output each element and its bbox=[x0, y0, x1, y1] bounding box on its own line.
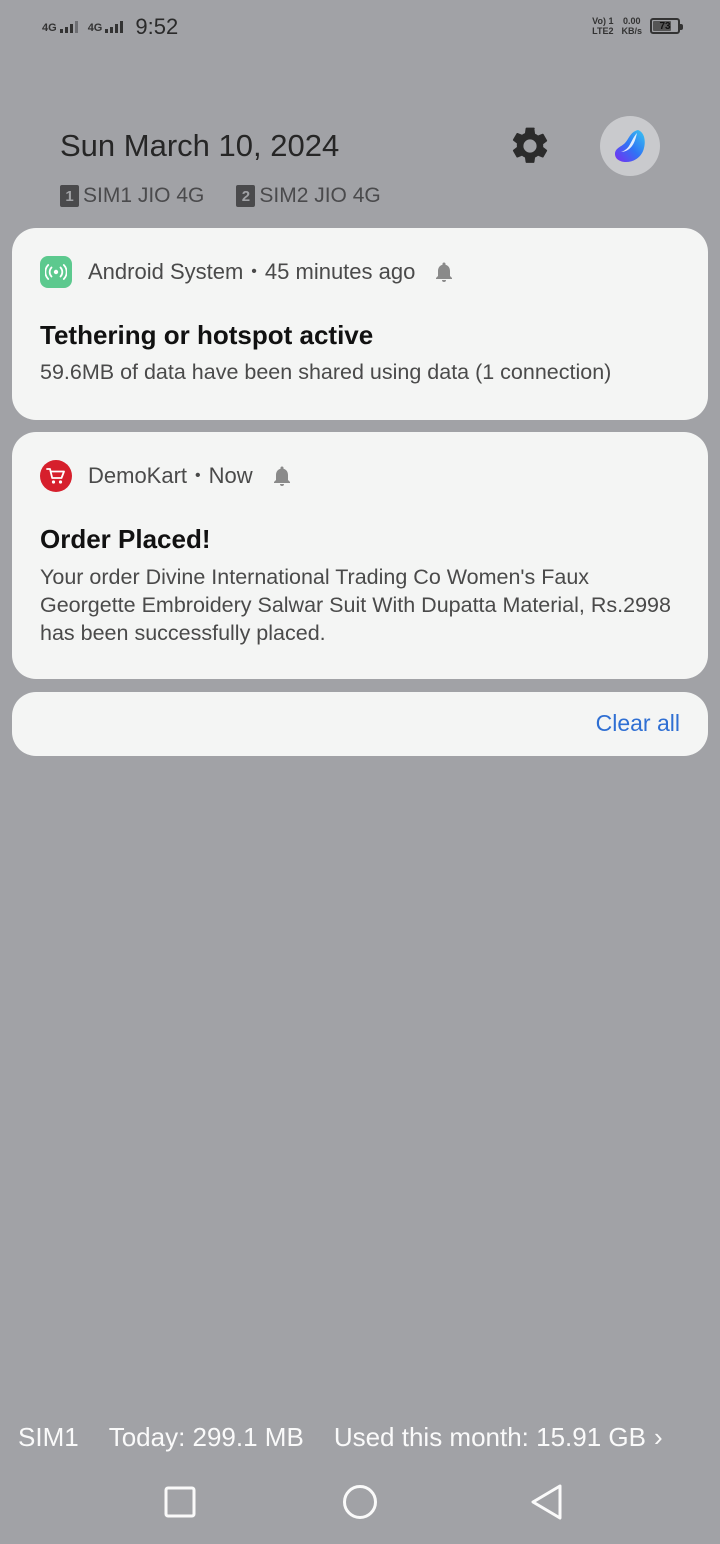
sim1-signal: 4G bbox=[42, 21, 78, 34]
separator-dot: • bbox=[195, 467, 201, 484]
volte-line2: LTE2 bbox=[592, 26, 614, 36]
back-button[interactable] bbox=[528, 1484, 566, 1525]
triangle-back-icon bbox=[531, 1484, 562, 1520]
sim2-slot-icon: 2 bbox=[236, 185, 256, 207]
notification-title: Tethering or hotspot active bbox=[40, 320, 374, 350]
battery-icon: 73 bbox=[650, 18, 683, 34]
sim2-network-type: 4G bbox=[87, 22, 103, 34]
status-bar: 4G 4G 9:52 Vo) 1 LTE2 0.00 KB/s 73 bbox=[0, 0, 720, 56]
hotspot-icon bbox=[40, 256, 72, 288]
sim-info: 1 SIM1 JIO 4G 2 SIM2 JIO 4G bbox=[60, 184, 381, 208]
square-icon bbox=[164, 1486, 196, 1518]
cart-icon bbox=[40, 460, 72, 492]
network-speed: 0.00 KB/s bbox=[621, 16, 642, 36]
data-usage-bar[interactable]: SIM1 Today: 299.1 MB Used this month: 15… bbox=[18, 1422, 663, 1453]
sim2-signal: 4G bbox=[87, 21, 124, 34]
clock: 9:52 bbox=[135, 14, 179, 39]
date-label: Sun March 10, 2024 bbox=[60, 128, 340, 163]
recents-button[interactable] bbox=[162, 1484, 198, 1525]
notification-time: 45 minutes ago bbox=[264, 259, 416, 284]
notification-body: Your order Divine International Trading … bbox=[40, 565, 671, 645]
speed-value: 0.00 bbox=[622, 16, 641, 26]
sim1-info: 1 SIM1 JIO 4G bbox=[60, 184, 204, 208]
notification-time: Now bbox=[208, 463, 253, 488]
sim2-info: 2 SIM2 JIO 4G bbox=[236, 184, 381, 208]
sim1-network-type: 4G bbox=[42, 22, 57, 34]
volte-line1: Vo) 1 bbox=[592, 16, 614, 26]
sim2-label: SIM2 JIO 4G bbox=[259, 184, 381, 207]
bell-icon bbox=[436, 262, 453, 282]
sim1-label: SIM1 JIO 4G bbox=[83, 184, 205, 207]
notification-title: Order Placed! bbox=[40, 524, 211, 554]
speed-unit: KB/s bbox=[621, 26, 642, 36]
separator-dot: • bbox=[251, 263, 257, 280]
sim2-signal-bars-icon bbox=[105, 21, 124, 33]
notification-card-android-system[interactable]: Android System • 45 minutes ago Tetherin… bbox=[12, 228, 708, 420]
avatar-button[interactable] bbox=[600, 116, 660, 176]
chevron-right-icon: › bbox=[653, 1422, 663, 1452]
status-right: Vo) 1 LTE2 0.00 KB/s 73 bbox=[592, 16, 683, 36]
sim1-signal-bars-icon bbox=[59, 21, 78, 33]
bell-icon bbox=[273, 466, 290, 486]
battery-level: 73 bbox=[659, 20, 671, 32]
volte-indicator: Vo) 1 LTE2 bbox=[592, 16, 613, 36]
usage-today: Today: 299.1 MB bbox=[108, 1422, 304, 1452]
navigation-bar bbox=[0, 1472, 720, 1532]
gear-icon bbox=[512, 127, 548, 163]
notification-body: 59.6MB of data have been shared using da… bbox=[40, 360, 612, 384]
notification-header: Android System • 45 minutes ago bbox=[40, 256, 453, 288]
settings-button[interactable] bbox=[508, 124, 552, 168]
clear-all-bar: Clear all bbox=[12, 692, 708, 756]
usage-month: Used this month: 15.91 GB bbox=[333, 1422, 646, 1452]
notification-card-demokart[interactable]: DemoKart • Now Order Placed! Your order … bbox=[12, 432, 708, 679]
home-button[interactable] bbox=[340, 1484, 380, 1525]
sim1-slot-icon: 1 bbox=[60, 185, 79, 207]
clear-all-button[interactable]: Clear all bbox=[596, 710, 680, 737]
status-left: 4G 4G 9:52 bbox=[42, 14, 178, 40]
notification-app-name: Android System bbox=[88, 259, 244, 284]
circle-icon bbox=[343, 1485, 377, 1519]
usage-sim: SIM1 bbox=[18, 1422, 79, 1452]
notification-app-name: DemoKart bbox=[88, 463, 188, 488]
notification-header: DemoKart • Now bbox=[40, 460, 291, 492]
theme-logo-icon bbox=[615, 130, 645, 162]
